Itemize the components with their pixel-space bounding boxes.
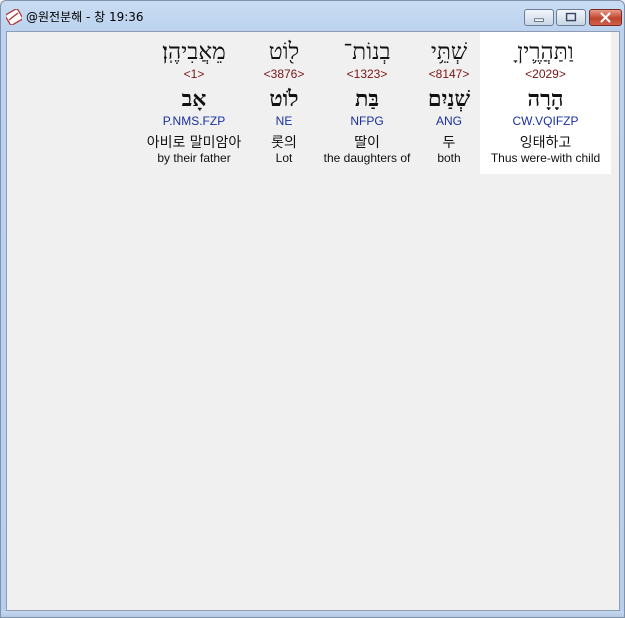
close-icon [600,12,611,23]
parsing-code[interactable]: P.NMS.FZP [135,114,253,128]
title-bar[interactable]: @원전분해 - 창 19:36 [1,1,624,31]
minimize-button[interactable] [524,9,554,26]
hebrew-lexeme[interactable]: אָב [135,85,253,113]
hebrew-word[interactable]: וַתַּהֲרֶ֛יןָ [480,38,611,66]
korean-gloss: 딸이 [354,135,380,151]
hebrew-word[interactable]: ל֖וֹט [254,38,314,66]
hebrew-word[interactable]: בְנוֹת־ [315,38,419,66]
english-gloss: Lot [275,151,293,165]
maximize-button[interactable] [556,9,586,26]
strong-number[interactable]: <8147> [413,67,485,81]
parsing-code[interactable]: NFPG [315,114,419,128]
window-title: @원전분해 - 창 19:36 [26,10,144,24]
hebrew-lexeme[interactable]: לֹוט [254,85,314,113]
korean-gloss: 잉태하고 [519,135,572,151]
parsing-code[interactable]: ANG [413,114,485,128]
hebrew-word[interactable]: מֵאֲבִיהֶֽן׃ [135,38,253,66]
app-window: @원전분해 - 창 19:36 וַתַּהֲרֶ֛יןָ <2029> הָר… [0,0,625,618]
english-gloss: by their father [157,151,231,165]
english-gloss: Thus were-with child [490,151,601,165]
english-gloss: the daughters of [323,151,411,165]
english-gloss: both [437,151,461,165]
close-button[interactable] [589,9,622,26]
korean-gloss: 아비로 말미암아 [146,135,242,151]
hebrew-lexeme[interactable]: שְׁנַיִם [413,85,485,113]
strong-number[interactable]: <1> [135,67,253,81]
maximize-icon [565,12,577,22]
hebrew-lexeme[interactable]: הָרָה [480,85,611,113]
korean-gloss: 롯의 [271,135,297,151]
strong-number[interactable]: <3876> [254,67,314,81]
parsing-code[interactable]: CW.VQIFZP [480,114,611,128]
strong-number[interactable]: <2029> [480,67,611,81]
hebrew-word[interactable]: שְׁתֵּ֥י [413,38,485,66]
strong-number[interactable]: <1323> [315,67,419,81]
app-icon [6,9,22,25]
minimize-icon [534,18,544,22]
window-bottom-border [1,611,624,617]
korean-gloss: 두 [442,135,456,151]
parsing-code[interactable]: NE [254,114,314,128]
hebrew-lexeme[interactable]: בַּת [315,85,419,113]
analysis-panel: וַתַּהֲרֶ֛יןָ <2029> הָרָה CW.VQIFZP 잉태하… [6,31,620,611]
